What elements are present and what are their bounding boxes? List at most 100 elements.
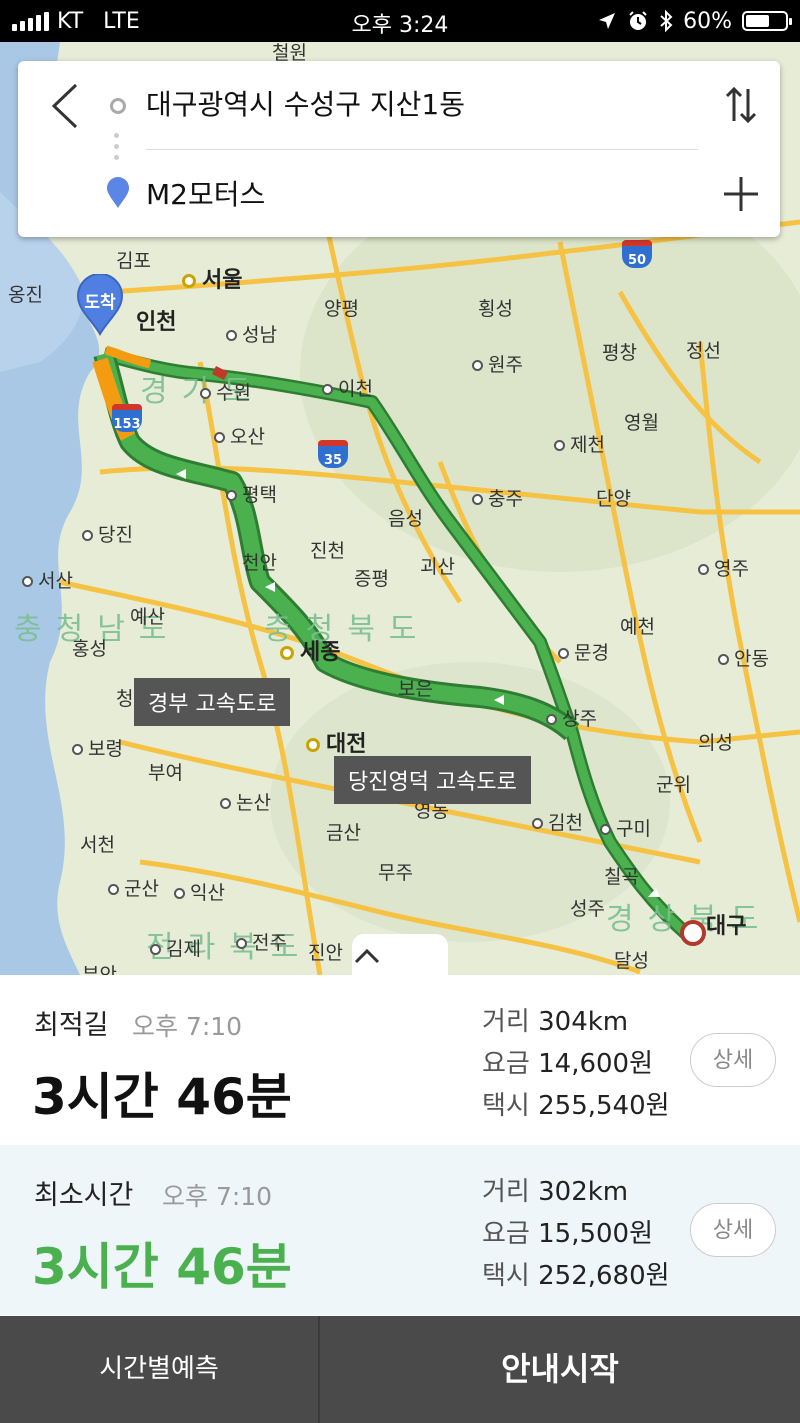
highway-shield-50: 50 (622, 240, 652, 268)
city-label: 김제 (150, 934, 201, 961)
city-label: 서천 (80, 834, 115, 856)
city-label: 이천 (322, 374, 373, 401)
city-label: 전주 (236, 928, 287, 955)
alarm-icon (629, 11, 647, 30)
city-label: 진천 (310, 540, 345, 562)
city-label: 양평 (324, 298, 359, 320)
city-label: 무주 (378, 862, 413, 884)
route-dots-icon (114, 133, 119, 166)
city-label: 천안 (242, 552, 277, 574)
destination-pin-label: 도착 (84, 293, 116, 313)
city-label: 안동 (718, 644, 769, 671)
route-label-dangjin-yeongdeok[interactable]: 당진영덕 고속도로 (334, 756, 531, 804)
route-title: 최소시간 (34, 1180, 134, 1211)
city-label: 당진 (82, 520, 133, 547)
taxi-value: 255,540원 (538, 1091, 670, 1121)
route-toll: 요금 14,600원 (482, 1043, 653, 1080)
city-label: 영월 (624, 412, 659, 434)
destination-field[interactable]: M2모터스 (146, 173, 265, 213)
distance-value: 304km (538, 1007, 629, 1037)
city-label: 성남 (226, 320, 277, 347)
city-label: 옹진 (8, 284, 43, 306)
origin-marker[interactable] (680, 920, 706, 946)
route-taxi: 택시 255,540원 (482, 1085, 670, 1122)
city-label: 서산 (22, 566, 73, 593)
status-bar-right: 60% (597, 0, 792, 42)
plus-icon (724, 177, 758, 211)
city-label: 원주 (472, 350, 523, 377)
city-label: 익산 (174, 878, 225, 905)
toll-value: 14,600원 (538, 1049, 654, 1079)
route-arrival-time: 오후 7:10 (162, 1182, 273, 1211)
city-label: 김포 (116, 250, 151, 272)
city-label: 문경 (558, 638, 609, 665)
toll-label: 요금 (482, 1219, 530, 1249)
add-waypoint-button[interactable] (722, 175, 760, 213)
origin-field[interactable]: 대구광역시 수성구 지산1동 (146, 83, 465, 123)
city-label: 보령 (72, 734, 123, 761)
detail-button[interactable]: 상세 (690, 1203, 776, 1257)
expand-handle[interactable] (352, 934, 448, 975)
battery-icon (742, 11, 792, 31)
city-label: 부안 (82, 964, 117, 975)
city-label: 군산 (108, 874, 159, 901)
status-bar: KT LTE 오후 3:24 60% (0, 0, 800, 42)
highway-shield-153: 153 (112, 404, 142, 432)
distance-label: 거리 (482, 1177, 530, 1207)
city-label: 괴산 (420, 556, 455, 578)
route-option-optimal[interactable]: 최적길 오후 7:10 3시간 46분 거리 304km 요금 14,600원 … (0, 975, 800, 1145)
route-distance: 거리 304km (482, 1001, 628, 1038)
city-label: 평창 (602, 342, 637, 364)
city-label: 횡성 (478, 298, 513, 320)
route-duration: 3시간 46분 (32, 1238, 292, 1296)
distance-value: 302km (538, 1177, 629, 1207)
destination-pin[interactable]: 도착 (74, 274, 126, 336)
city-label-daegu: 대구 (706, 914, 747, 939)
city-label: 금산 (326, 822, 361, 844)
taxi-value: 252,680원 (538, 1261, 670, 1291)
city-label: 오산 (214, 422, 265, 449)
city-label: 예천 (620, 616, 655, 638)
detail-button[interactable]: 상세 (690, 1033, 776, 1087)
city-label: 수원 (200, 378, 251, 405)
city-label: 의성 (698, 732, 733, 754)
chevron-up-icon (354, 948, 380, 964)
field-divider (146, 149, 698, 150)
city-label-daejeon: 대전 (306, 726, 366, 758)
bluetooth-icon (660, 10, 673, 32)
city-label: 논산 (220, 788, 271, 815)
back-button[interactable] (46, 81, 86, 131)
city-label: 군위 (656, 774, 691, 796)
city-label: 음성 (388, 508, 423, 530)
battery-fill (746, 15, 769, 27)
highway-shield-35: 35 (318, 440, 348, 468)
bottom-action-bar: 시간별예측 안내시작 (0, 1316, 800, 1423)
route-option-fastest[interactable]: 최소시간 오후 7:10 3시간 46분 거리 302km 요금 15,500원… (0, 1145, 800, 1315)
route-title: 최적길 (34, 1010, 109, 1041)
city-label: 부여 (148, 762, 183, 784)
city-label-sejong: 세종 (280, 634, 340, 666)
route-duration: 3시간 46분 (32, 1068, 292, 1126)
route-toll: 요금 15,500원 (482, 1213, 653, 1250)
city-label: 예산 (130, 606, 165, 628)
toll-value: 15,500원 (538, 1219, 654, 1249)
city-label: 구미 (600, 814, 651, 841)
route-arrival-time: 오후 7:10 (132, 1012, 243, 1041)
swap-button[interactable] (724, 83, 758, 127)
location-arrow-icon (599, 13, 616, 29)
battery-percent: 60% (683, 8, 732, 34)
time-prediction-button[interactable]: 시간별예측 (0, 1316, 318, 1423)
city-label: 정선 (686, 340, 721, 362)
route-label-gyeongbu[interactable]: 경부 고속도로 (134, 678, 291, 726)
city-label: 단양 (596, 488, 631, 510)
city-label-seoul: 서울 (182, 262, 242, 294)
city-label: 보은 (398, 678, 433, 700)
taxi-label: 택시 (482, 1261, 530, 1291)
city-label: 칠곡 (604, 866, 639, 888)
city-label: 진안 (308, 942, 343, 964)
route-taxi: 택시 252,680원 (482, 1255, 670, 1292)
chevron-left-icon (51, 83, 78, 129)
start-navigation-button[interactable]: 안내시작 (320, 1316, 800, 1423)
city-label: 상주 (546, 704, 597, 731)
city-label: 충주 (472, 484, 523, 511)
